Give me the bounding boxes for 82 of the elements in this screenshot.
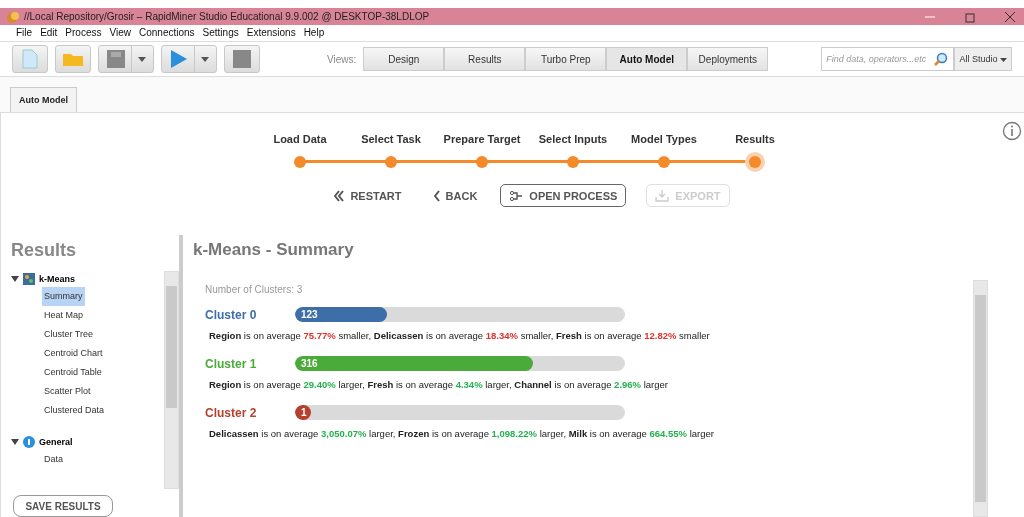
search-field[interactable]: Find data, operators...etc [821, 47, 955, 71]
tree-group-label[interactable]: k-Means [39, 274, 75, 284]
step-label[interactable]: Model Types [631, 133, 697, 145]
document-icon [22, 49, 38, 69]
sidebar-title: Results [10, 239, 78, 262]
cluster-bar-fill: 316 [295, 356, 533, 371]
cluster-description: Delicassen is on average 3,050.07% larger, Frozen is on average 1,098.22% larger, Milk is on average 664.55% larger [209, 428, 715, 439]
run-button[interactable] [161, 45, 217, 73]
caret-icon[interactable] [137, 56, 146, 62]
menu-item[interactable]: Extensions [246, 27, 296, 39]
tree-item[interactable]: Data [42, 450, 65, 469]
step-label[interactable]: Load Data [273, 133, 327, 145]
caret-icon [1000, 58, 1007, 62]
wizard-button[interactable]: RESTART [325, 184, 411, 207]
cluster-count: Number of Clusters: 3 [205, 284, 304, 295]
menu-item[interactable]: Process [65, 27, 102, 39]
info-icon[interactable] [1002, 121, 1022, 141]
menu-item[interactable]: Edit [40, 27, 58, 39]
step-dot[interactable] [658, 156, 670, 168]
tree-item[interactable]: Heat Map [42, 306, 86, 325]
view-tab[interactable]: Auto Model [606, 47, 688, 71]
menu-item[interactable]: Connections [139, 27, 195, 39]
play-icon [169, 49, 188, 69]
menu-item[interactable]: File [16, 27, 33, 39]
tree-item[interactable]: Scatter Plot [42, 382, 93, 401]
tree-item[interactable]: Cluster Tree [42, 325, 96, 344]
tree-item[interactable]: Centroid Chart [42, 344, 105, 363]
panel-tab[interactable]: Auto Model [10, 87, 77, 112]
window-title: //Local Repository/Grosir – RapidMiner Studio Educational 9.9.002 @ DESKTOP-38LDLOP [24, 11, 430, 23]
tree-item[interactable]: Clustered Data [42, 401, 107, 420]
stop-button[interactable] [224, 45, 260, 73]
scrollbar[interactable] [164, 271, 179, 489]
tree-item[interactable]: Centroid Table [42, 363, 104, 382]
expand-caret-icon[interactable] [11, 276, 19, 282]
scrollbar[interactable] [973, 280, 988, 517]
save-results-button[interactable]: SAVE RESULTS [13, 495, 113, 517]
cluster-model-icon [23, 273, 35, 285]
caret-icon[interactable] [200, 56, 209, 62]
step-dot[interactable] [567, 156, 579, 168]
view-tab[interactable]: Design [363, 47, 445, 71]
step-label[interactable]: Results [735, 133, 775, 145]
step-label[interactable]: Select Inputs [538, 133, 608, 145]
menu-item[interactable]: Help [303, 27, 325, 39]
wizard-button[interactable]: BACK [424, 184, 487, 207]
download-icon [655, 189, 670, 202]
step-dot[interactable] [385, 156, 397, 168]
maximize-icon[interactable] [964, 10, 976, 23]
tree-group-label[interactable]: General [39, 437, 73, 447]
search-icon[interactable] [934, 52, 949, 66]
menu-item[interactable]: Settings [202, 27, 239, 39]
menu-item[interactable]: View [109, 27, 131, 39]
stop-icon [233, 50, 251, 68]
cluster-name: Cluster 1 [205, 356, 258, 371]
cluster-description: Region is on average 29.40% larger, Fresh is on average 4.34% larger, Channel is on average 2.96% larger [209, 379, 669, 390]
cluster-bar-fill: 123 [295, 307, 388, 322]
process-icon [509, 190, 524, 201]
info-icon [23, 436, 35, 448]
view-tab[interactable]: Results [444, 47, 526, 71]
views-label: Views: [327, 53, 357, 65]
cluster-name: Cluster 2 [205, 405, 258, 420]
cluster-bar-fill: 1 [295, 405, 311, 420]
scope-dropdown[interactable]: All Studio [954, 47, 1012, 71]
chevron-left-icon [433, 189, 440, 202]
step-dot[interactable] [749, 156, 761, 168]
step-dot[interactable] [294, 156, 306, 168]
wizard-button[interactable]: OPEN PROCESS [500, 184, 627, 207]
cluster-name: Cluster 0 [205, 307, 258, 322]
folder-icon [62, 51, 84, 67]
tree-item[interactable]: Summary [42, 287, 85, 306]
expand-caret-icon[interactable] [11, 439, 19, 445]
summary-title: k-Means - Summary [192, 239, 355, 261]
double-chevron-left-icon [334, 189, 345, 202]
step-dot[interactable] [476, 156, 488, 168]
close-icon[interactable] [1004, 10, 1016, 23]
open-folder-button[interactable] [55, 45, 91, 73]
step-label[interactable]: Select Task [361, 133, 421, 145]
save-button[interactable] [98, 45, 154, 73]
app-logo-icon [6, 9, 20, 24]
step-label[interactable]: Prepare Target [443, 133, 521, 145]
view-tab[interactable]: Deployments [687, 47, 769, 71]
view-tab[interactable]: Turbo Prep [525, 47, 607, 71]
cluster-description: Region is on average 75.77% smaller, Delicassen is on average 18.34% smaller, Fresh is on average 12.82% smaller [209, 330, 711, 341]
